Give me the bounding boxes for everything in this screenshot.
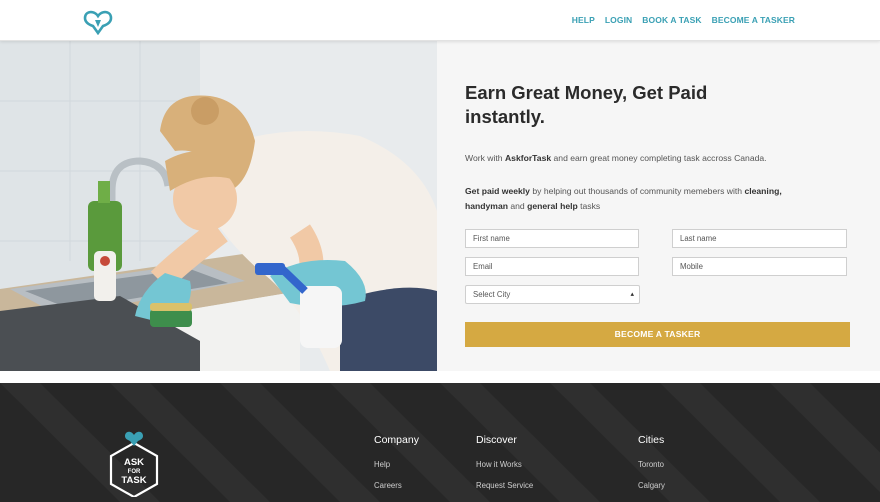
hero-headline: Earn Great Money, Get Paid instantly. [465, 82, 708, 127]
footer-column-cities: Cities Toronto Calgary [638, 434, 665, 502]
last-name-field[interactable]: Last name [672, 229, 847, 248]
hero-section: Earn Great Money, Get Paid instantly. Wo… [0, 41, 880, 371]
footer-link-calgary[interactable]: Calgary [638, 481, 665, 490]
mobile-field[interactable]: Mobile [672, 257, 847, 276]
footer-column-discover: Discover How it Works Request Service [476, 434, 533, 502]
nav-login[interactable]: LOGIN [605, 15, 632, 25]
footer-column-title: Cities [638, 434, 665, 446]
site-footer: ASK FOR TASK Company Help Careers Discov… [0, 383, 880, 502]
footer-logo-text-task: TASK [121, 475, 146, 486]
footer-link-careers[interactable]: Careers [374, 481, 419, 490]
first-name-field[interactable]: First name [465, 229, 639, 248]
footer-link-toronto[interactable]: Toronto [638, 460, 665, 469]
askfortask-logo-icon[interactable] [82, 9, 114, 35]
site-header: HELP LOGIN BOOK A TASK BECOME A TASKER [0, 0, 880, 41]
section-divider [0, 371, 880, 383]
city-select-value: Select City [473, 290, 511, 299]
nav-become-a-tasker[interactable]: BECOME A TASKER [712, 15, 795, 25]
signup-panel: Earn Great Money, Get Paid instantly. Wo… [437, 41, 880, 371]
footer-column-title: Company [374, 434, 419, 446]
footer-link-help[interactable]: Help [374, 460, 419, 469]
city-select[interactable]: Select City ▴ [465, 285, 640, 304]
become-a-tasker-button[interactable]: BECOME A TASKER [465, 322, 850, 347]
hero-photo [0, 41, 437, 371]
main-nav: HELP LOGIN BOOK A TASK BECOME A TASKER [572, 15, 795, 25]
footer-askfortask-logo-icon[interactable]: ASK FOR TASK [108, 429, 160, 497]
nav-help[interactable]: HELP [572, 15, 595, 25]
footer-logo-text-ask: ASK [124, 457, 144, 468]
email-field[interactable]: Email [465, 257, 639, 276]
cleaning-woman-image [0, 41, 437, 371]
hero-benefits-text: Get paid weekly by helping out thousands… [465, 186, 782, 211]
nav-book-a-task[interactable]: BOOK A TASK [642, 15, 701, 25]
footer-column-title: Discover [476, 434, 517, 446]
footer-link-how-it-works[interactable]: How it Works [476, 460, 533, 469]
footer-column-company: Company Help Careers [374, 434, 419, 502]
select-arrows-icon: ▴ [630, 291, 634, 298]
footer-link-request-service[interactable]: Request Service [476, 481, 533, 490]
hero-intro-text: Work with AskforTask and earn great mone… [465, 153, 767, 163]
